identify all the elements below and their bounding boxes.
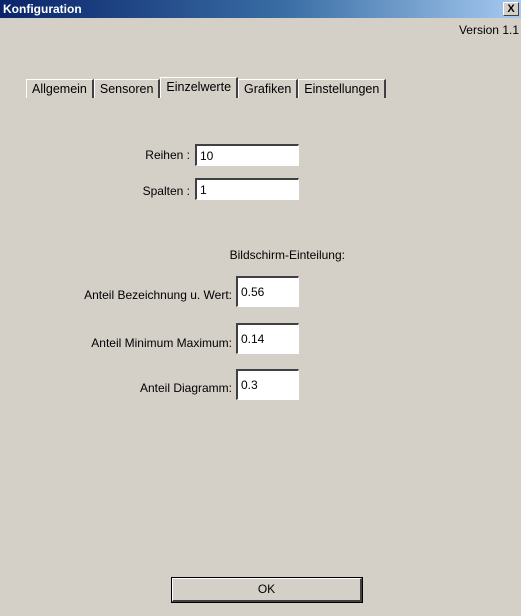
anteil-bezeichnung-input[interactable] [236,276,299,307]
tab-einzelwerte[interactable]: Einzelwerte [160,77,239,98]
tab-sensoren[interactable]: Sensoren [93,79,161,98]
anteil-minmax-label: Anteil Minimum Maximum: [91,336,232,350]
anteil-diagramm-label: Anteil Diagramm: [139,381,232,395]
tab-bar: Allgemein Sensoren Einzelwerte Grafiken … [26,77,387,98]
spalten-input[interactable] [195,178,299,200]
tab-allgemein[interactable]: Allgemein [26,79,94,98]
anteil-bezeichnung-label: Anteil Bezeichnung u. Wert: [84,288,232,302]
anteil-minmax-input[interactable] [236,323,299,354]
reihen-input[interactable] [195,144,299,166]
reihen-label: Reihen : [145,148,190,162]
close-button[interactable]: X [503,2,519,16]
tab-grafiken[interactable]: Grafiken [238,79,299,98]
window-title: Konfiguration [3,2,82,16]
section-heading: Bildschirm-Einteilung: [229,248,345,262]
version-label: Version 1.1 [458,23,519,37]
title-bar: Konfiguration X [0,0,521,18]
config-window: Konfiguration X Version 1.1 Allgemein Se… [0,0,521,616]
tab-einstellungen[interactable]: Einstellungen [298,79,387,98]
spalten-label: Spalten : [142,184,190,198]
anteil-diagramm-input[interactable] [236,369,299,400]
ok-button[interactable]: OK [171,577,363,603]
